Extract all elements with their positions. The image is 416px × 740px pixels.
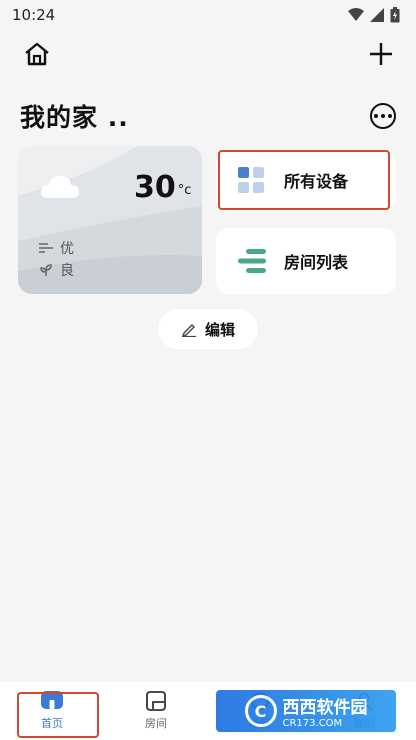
- home-icon: [25, 42, 49, 66]
- watermark-logo: C 西西软件园 CR173.COM: [216, 690, 396, 732]
- temperature-display: 30 °c: [134, 170, 191, 205]
- tab-rooms-label: 房间: [145, 717, 167, 730]
- watermark-text: 西西软件园: [282, 698, 368, 718]
- pollen-row: 良: [38, 260, 74, 280]
- list-icon: [238, 249, 266, 273]
- home-tab-icon: [41, 691, 63, 709]
- air-quality-row: 优: [38, 238, 74, 258]
- tab-home[interactable]: 首页: [0, 682, 104, 740]
- tab-rooms[interactable]: 房间: [104, 682, 208, 740]
- page-title[interactable]: 我的家 ..: [20, 98, 129, 134]
- more-dot: [374, 114, 378, 118]
- edit-label: 编辑: [204, 320, 235, 339]
- title-row: 我的家 ..: [20, 96, 400, 136]
- pollen-value: 良: [60, 263, 74, 279]
- temperature-value: 30: [134, 170, 176, 205]
- wifi-icon: [348, 8, 364, 21]
- battery-icon: [390, 7, 400, 23]
- add-button[interactable]: [366, 39, 396, 69]
- status-time: 10:24: [12, 6, 56, 24]
- more-dot: [388, 114, 392, 118]
- more-options-button[interactable]: [370, 103, 396, 129]
- watermark-mark-icon: C: [244, 695, 277, 727]
- room-list-card[interactable]: 房间列表: [216, 228, 396, 294]
- watermark-text-group: 西西软件园 CR173.COM: [283, 693, 368, 729]
- room-tab-icon: [146, 691, 166, 711]
- home-button[interactable]: [22, 39, 52, 69]
- pencil-icon: [181, 324, 196, 337]
- temperature-unit: °c: [177, 183, 192, 198]
- more-dot: [381, 114, 385, 118]
- air-quality-value: 优: [60, 241, 74, 257]
- air-quality-icon: [39, 243, 53, 253]
- room-list-label: 房间列表: [284, 253, 349, 272]
- status-icons: [348, 7, 400, 23]
- cloud-icon: [40, 176, 79, 198]
- signal-icon: [370, 8, 384, 22]
- watermark-subtext: CR173.COM: [282, 718, 343, 729]
- all-devices-label: 所有设备: [284, 172, 349, 191]
- tab-home-label: 首页: [41, 717, 63, 730]
- status-bar: 10:24: [0, 0, 416, 30]
- all-devices-card[interactable]: 所有设备: [216, 150, 396, 210]
- leaf-icon: [40, 264, 52, 276]
- grid-icon: [238, 167, 264, 193]
- plus-icon: [370, 43, 392, 65]
- top-bar: [0, 36, 416, 72]
- edit-button[interactable]: 编辑: [158, 309, 258, 349]
